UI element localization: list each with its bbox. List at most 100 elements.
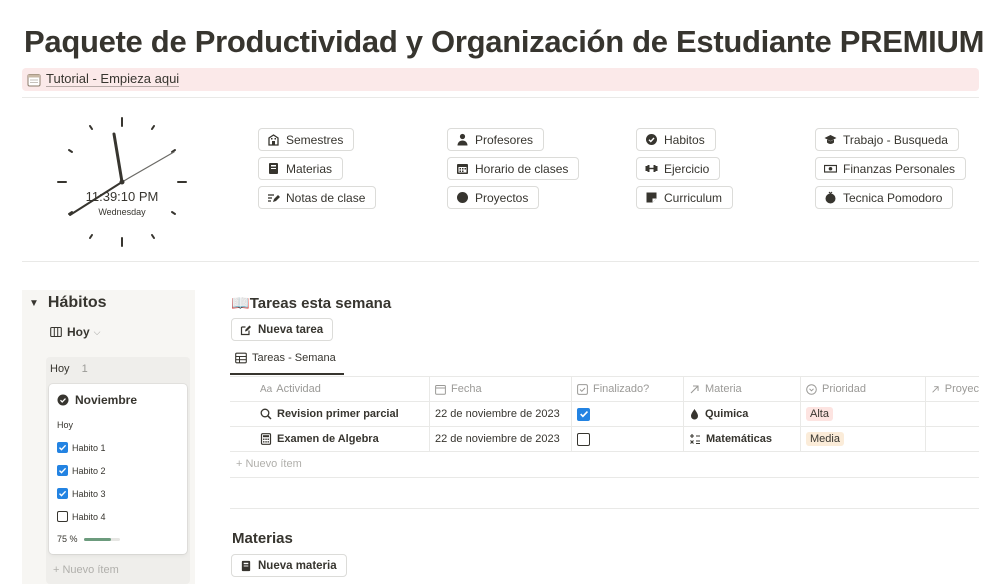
toggle-triangle-icon[interactable]: ▼ xyxy=(29,298,39,309)
new-task-button[interactable]: Nueva tarea xyxy=(231,318,334,341)
habit-row[interactable]: Habito 3 xyxy=(57,488,106,499)
nav-label: Horario de clases xyxy=(475,161,569,176)
nav-notas-button[interactable]: Notas de clase xyxy=(258,186,377,209)
new-task-label: Nueva tarea xyxy=(258,323,324,336)
checkbox-checked[interactable] xyxy=(57,465,68,476)
person-icon xyxy=(456,133,469,146)
view-selector[interactable]: Hoy ⌵ xyxy=(50,325,101,339)
nav-label: Semestres xyxy=(286,132,344,147)
nav-profesores-button[interactable]: Profesores xyxy=(447,128,545,151)
materias-title: Materias xyxy=(232,530,293,547)
clock-face xyxy=(57,117,187,247)
calculator-icon xyxy=(260,433,272,445)
checkbox-checked[interactable] xyxy=(57,488,68,499)
nav-label: Proyectos xyxy=(475,190,529,205)
calendar-icon xyxy=(435,384,446,395)
priority-tag: Media xyxy=(806,432,844,446)
cell-proyecto[interactable] xyxy=(925,402,979,426)
subject-name: Matemáticas xyxy=(706,433,773,445)
habit-label: Habito 2 xyxy=(72,465,106,476)
circle-icon xyxy=(456,191,469,204)
search-icon xyxy=(260,408,272,420)
new-materia-label: Nueva materia xyxy=(258,559,337,572)
cell-actividad[interactable]: Revision primer parcial xyxy=(254,402,429,426)
cell-finalizado[interactable] xyxy=(571,427,683,451)
table-row[interactable]: Revision primer parcial 22 de noviembre … xyxy=(230,401,979,426)
nav-trabajo-button[interactable]: Trabajo - Busqueda xyxy=(815,128,959,151)
book-icon: 📖 xyxy=(231,295,250,312)
divider xyxy=(22,261,979,262)
cell-materia[interactable]: Quimica xyxy=(683,402,800,426)
calendar-icon xyxy=(27,73,41,86)
habit-row[interactable]: Habito 1 xyxy=(57,442,106,453)
col-label: Fecha xyxy=(451,383,482,395)
tutorial-callout[interactable]: Tutorial - Empieza aqui xyxy=(22,68,979,91)
nav-label: Trabajo - Busqueda xyxy=(843,132,948,147)
cell-prioridad[interactable]: Media xyxy=(800,427,925,451)
checkbox-checked[interactable] xyxy=(57,442,68,453)
nav-label: Notas de clase xyxy=(286,190,366,205)
nav-label: Tecnica Pomodoro xyxy=(843,190,943,205)
nav-ejercicio-button[interactable]: Ejercicio xyxy=(636,157,721,180)
clock-time: 11:39:10 PM xyxy=(85,189,159,204)
nav-habitos-button[interactable]: Habitos xyxy=(636,128,716,151)
cell-proyecto[interactable] xyxy=(925,427,979,451)
habits-panel: ▼ Hábitos Hoy ⌵ Hoy 1 Noviembre Hoy Habi… xyxy=(22,290,195,584)
card-title: Noviembre xyxy=(57,393,137,407)
nav-semestres-button[interactable]: Semestres xyxy=(258,128,355,151)
col-header-actividad[interactable]: Aa Actividad xyxy=(254,377,429,401)
habit-row[interactable]: Habito 2 xyxy=(57,465,106,476)
habit-card[interactable]: Noviembre Hoy Habito 1 Habito 2 Habito 3… xyxy=(49,384,187,554)
cell-finalizado[interactable] xyxy=(571,402,683,426)
clock-day: Wednesday xyxy=(98,207,146,217)
nav-label: Habitos xyxy=(664,132,705,147)
tasks-title: Tareas esta semana xyxy=(249,294,392,312)
col-header-prioridad[interactable]: Prioridad xyxy=(800,377,925,401)
nav-pomodoro-button[interactable]: Tecnica Pomodoro xyxy=(815,186,954,209)
checkbox-unchecked[interactable] xyxy=(577,432,590,446)
checkbox-checked[interactable] xyxy=(577,407,590,421)
tutorial-link[interactable]: Tutorial - Empieza aqui xyxy=(46,72,180,87)
check-circle-icon xyxy=(645,133,658,146)
add-row-button[interactable]: + Nuevo ítem xyxy=(236,458,302,470)
cell-fecha[interactable]: 22 de noviembre de 2023 xyxy=(429,402,571,426)
math-symbols-icon xyxy=(690,434,700,445)
tab-tareas-semana[interactable]: Tareas - Semana xyxy=(235,352,336,364)
checkbox-unchecked[interactable] xyxy=(57,511,68,522)
table-bottom-border xyxy=(230,451,979,452)
relation-arrow-icon xyxy=(690,384,699,393)
habits-header[interactable]: ▼ Hábitos xyxy=(29,294,107,312)
table-row[interactable]: Examen de Algebra 22 de noviembre de 202… xyxy=(230,426,979,451)
progress-label: 75 % xyxy=(57,534,78,544)
note-icon xyxy=(645,191,658,204)
nav-proyectos-button[interactable]: Proyectos xyxy=(447,186,540,209)
nav-label: Materias xyxy=(286,161,333,176)
tasks-heading: 📖 Tareas esta semana xyxy=(231,294,392,313)
cell-fecha[interactable]: 22 de noviembre de 2023 xyxy=(429,427,571,451)
habit-label: Habito 3 xyxy=(72,488,106,499)
cell-actividad[interactable]: Examen de Algebra xyxy=(254,427,429,451)
cell-materia[interactable]: Matemáticas xyxy=(683,427,800,451)
text-type-icon: Aa xyxy=(260,383,273,395)
col-label: Prioridad xyxy=(822,383,867,395)
priority-tag: Alta xyxy=(806,407,833,421)
nav-finanzas-button[interactable]: Finanzas Personales xyxy=(815,157,967,180)
add-row-label: Nuevo ítem xyxy=(245,458,302,470)
cell-prioridad[interactable]: Alta xyxy=(800,402,925,426)
col-header-fecha[interactable]: Fecha xyxy=(429,377,571,401)
col-label: Materia xyxy=(705,383,742,395)
group-name: Hoy xyxy=(50,363,70,375)
nav-curriculum-button[interactable]: Curriculum xyxy=(636,186,734,209)
new-materia-button[interactable]: Nueva materia xyxy=(231,554,347,577)
nav-materias-button[interactable]: Materias xyxy=(258,157,344,180)
habit-row[interactable]: Habito 4 xyxy=(57,511,106,522)
group-header: Hoy 1 xyxy=(50,363,88,375)
dumbbell-icon xyxy=(645,162,658,175)
relation-arrow-icon xyxy=(932,385,939,393)
nav-horario-button[interactable]: Horario de clases xyxy=(447,157,580,180)
column-divider xyxy=(683,376,684,451)
add-item-button[interactable]: + Nuevo ítem xyxy=(53,564,119,576)
col-header-materia[interactable]: Materia xyxy=(683,377,800,401)
col-header-finalizado[interactable]: Finalizado? xyxy=(571,377,683,401)
col-header-proyecto[interactable]: Proyec xyxy=(925,377,979,401)
